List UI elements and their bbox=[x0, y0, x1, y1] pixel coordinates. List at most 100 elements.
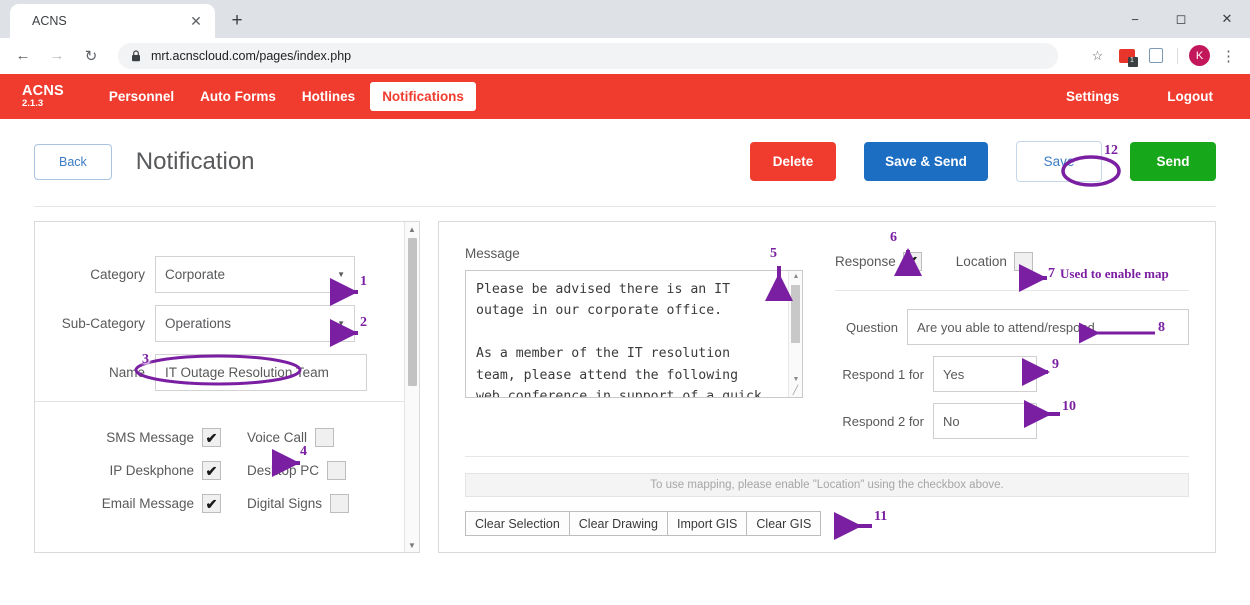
message-and-response-row: Message Please be advised there is an IT… bbox=[465, 246, 1189, 450]
sub-category-value: Operations bbox=[165, 316, 232, 331]
name-input[interactable]: IT Outage Resolution Team bbox=[155, 354, 367, 391]
browser-toolbar: ← → ↻ mrt.acnscloud.com/pages/index.php … bbox=[0, 38, 1250, 74]
scrollbar-thumb[interactable] bbox=[408, 238, 417, 386]
voice-call-checkbox[interactable] bbox=[315, 428, 335, 447]
back-button[interactable]: Back bbox=[34, 143, 112, 180]
scrollbar-thumb[interactable] bbox=[791, 285, 800, 343]
digital-signs-checkbox[interactable] bbox=[330, 494, 350, 513]
ip-deskphone-checkbox[interactable] bbox=[202, 461, 221, 480]
response-label: Response bbox=[835, 253, 896, 269]
category-value: Corporate bbox=[165, 267, 226, 282]
nav-item-settings[interactable]: Settings bbox=[1055, 83, 1130, 110]
gis-buttons: Clear Selection Clear Drawing Import GIS… bbox=[465, 511, 1189, 536]
app-logo[interactable]: ACNS 2.1.3 bbox=[22, 83, 64, 109]
sms-message-label: SMS Message bbox=[106, 430, 194, 445]
panels-container: Category Corporate ▼ Sub-Category Operat… bbox=[0, 207, 1250, 553]
import-gis-button[interactable]: Import GIS bbox=[666, 511, 748, 536]
location-checkbox[interactable] bbox=[1013, 251, 1033, 271]
respond2-input[interactable]: No bbox=[933, 403, 1037, 439]
clear-drawing-button[interactable]: Clear Drawing bbox=[568, 511, 668, 536]
channel-row: SMS Message Voice Call bbox=[35, 428, 419, 447]
close-icon[interactable]: ✕ bbox=[187, 14, 205, 28]
message-scrollbar[interactable]: ▲ ▼ bbox=[788, 271, 802, 397]
scroll-up-arrow-icon[interactable]: ▲ bbox=[405, 222, 419, 236]
url-text: mrt.acnscloud.com/pages/index.php bbox=[151, 48, 352, 63]
avatar[interactable]: K bbox=[1186, 42, 1213, 69]
header-actions: Delete Save & Send Save Send bbox=[750, 141, 1216, 182]
scroll-up-arrow-icon[interactable]: ▲ bbox=[791, 272, 801, 282]
reload-icon[interactable]: ↻ bbox=[76, 41, 106, 71]
save-button[interactable]: Save bbox=[1016, 141, 1102, 182]
clear-selection-button[interactable]: Clear Selection bbox=[465, 511, 570, 536]
lock-icon bbox=[130, 49, 142, 62]
resize-grip-icon[interactable]: ╱ bbox=[790, 385, 801, 396]
email-message-checkbox[interactable] bbox=[202, 494, 221, 513]
message-textarea[interactable]: Please be advised there is an IT outage … bbox=[465, 270, 803, 398]
scroll-down-arrow-icon[interactable]: ▼ bbox=[791, 375, 801, 385]
browser-chrome: ACNS ✕ + − ◻ ✕ ← → ↻ mrt.acnscloud.com/p… bbox=[0, 0, 1250, 74]
digital-signs-checkbox-group[interactable]: Digital Signs bbox=[247, 494, 350, 513]
respond1-row: Respond 1 for Yes bbox=[835, 356, 1189, 392]
location-label: Location bbox=[955, 253, 1007, 269]
ip-deskphone-checkbox-group[interactable]: IP Deskphone bbox=[59, 461, 221, 480]
arrow-left-icon[interactable]: ← bbox=[8, 41, 38, 71]
maximize-icon[interactable]: ◻ bbox=[1158, 0, 1204, 38]
question-value: Are you able to attend/respond bbox=[917, 319, 1095, 335]
desktop-pc-checkbox[interactable] bbox=[327, 461, 347, 480]
avatar-initial: K bbox=[1189, 45, 1210, 66]
nav-item-auto-forms[interactable]: Auto Forms bbox=[189, 83, 287, 110]
chevron-down-icon: ▼ bbox=[337, 270, 345, 279]
nav-item-hotlines[interactable]: Hotlines bbox=[291, 83, 366, 110]
star-icon[interactable]: ☆ bbox=[1084, 42, 1111, 69]
delete-button[interactable]: Delete bbox=[750, 142, 836, 181]
voice-call-checkbox-group[interactable]: Voice Call bbox=[247, 428, 335, 447]
sms-message-checkbox-group[interactable]: SMS Message bbox=[59, 428, 221, 447]
kebab-menu-icon[interactable]: ⋮ bbox=[1215, 42, 1242, 69]
category-select[interactable]: Corporate ▼ bbox=[155, 256, 355, 293]
left-panel-scrollbar[interactable]: ▲ ▼ bbox=[404, 222, 419, 552]
message-section: Message Please be advised there is an IT… bbox=[465, 246, 805, 450]
browser-tab[interactable]: ACNS ✕ bbox=[10, 4, 215, 38]
email-message-checkbox-group[interactable]: Email Message bbox=[59, 494, 221, 513]
name-value: IT Outage Resolution Team bbox=[165, 365, 329, 380]
send-button[interactable]: Send bbox=[1130, 142, 1216, 181]
tab-title: ACNS bbox=[32, 14, 67, 28]
chevron-down-icon: ▼ bbox=[337, 319, 345, 328]
sub-category-select[interactable]: Operations ▼ bbox=[155, 305, 355, 342]
address-bar[interactable]: mrt.acnscloud.com/pages/index.php bbox=[118, 42, 1058, 69]
digital-signs-label: Digital Signs bbox=[247, 496, 323, 511]
message-label: Message bbox=[465, 246, 520, 261]
email-message-label: Email Message bbox=[101, 496, 194, 511]
window-close-icon[interactable]: ✕ bbox=[1204, 0, 1250, 38]
name-row: Name IT Outage Resolution Team bbox=[35, 354, 419, 391]
question-row: Question Are you able to attend/respond bbox=[835, 309, 1189, 345]
reading-list-icon[interactable] bbox=[1142, 42, 1169, 69]
nav-item-personnel[interactable]: Personnel bbox=[98, 83, 185, 110]
plus-icon[interactable]: + bbox=[222, 6, 252, 36]
desktop-pc-label: Desktop PC bbox=[247, 463, 320, 478]
respond2-label: Respond 2 for bbox=[842, 413, 924, 429]
window-controls: − ◻ ✕ bbox=[1112, 0, 1250, 38]
scroll-down-arrow-icon[interactable]: ▼ bbox=[405, 538, 419, 552]
nav-item-logout[interactable]: Logout bbox=[1156, 83, 1224, 110]
tab-strip: ACNS ✕ + − ◻ ✕ bbox=[0, 0, 1250, 38]
message-text: Please be advised there is an IT outage … bbox=[476, 282, 762, 398]
voice-call-label: Voice Call bbox=[247, 430, 308, 445]
respond2-row: Respond 2 for No bbox=[835, 403, 1189, 439]
nav-item-notifications[interactable]: Notifications bbox=[370, 82, 476, 111]
response-section: Response Location Question Are you able … bbox=[835, 246, 1189, 450]
arrow-right-icon[interactable]: → bbox=[42, 41, 72, 71]
minimize-icon[interactable]: − bbox=[1112, 0, 1158, 38]
desktop-pc-checkbox-group[interactable]: Desktop PC bbox=[247, 461, 347, 480]
sms-message-checkbox[interactable] bbox=[202, 428, 221, 447]
save-and-send-button[interactable]: Save & Send bbox=[864, 142, 988, 181]
respond1-label: Respond 1 for bbox=[842, 366, 924, 382]
category-label: Category bbox=[90, 267, 145, 282]
extension-icon[interactable]: 1 bbox=[1113, 42, 1140, 69]
question-input[interactable]: Are you able to attend/respond bbox=[907, 309, 1189, 345]
map-divider bbox=[465, 456, 1189, 457]
page-header: Back Notification Delete Save & Send Sav… bbox=[0, 119, 1250, 182]
response-checkbox[interactable] bbox=[902, 251, 922, 271]
clear-gis-button[interactable]: Clear GIS bbox=[746, 511, 822, 536]
respond1-input[interactable]: Yes bbox=[933, 356, 1037, 392]
